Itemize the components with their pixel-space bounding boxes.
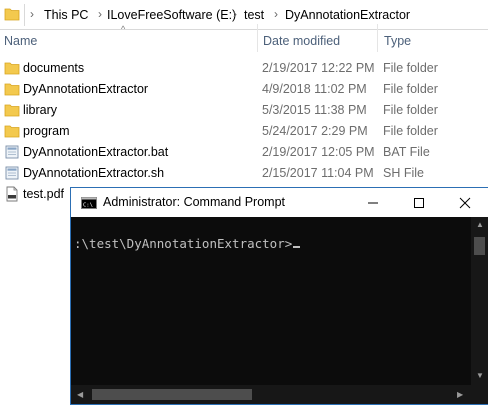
file-type: File folder: [383, 61, 438, 75]
sort-ascending-icon: ^: [121, 24, 126, 34]
chevron-right-icon: ›: [274, 7, 278, 21]
address-bar[interactable]: › This PC › ILoveFreeSoftware (E:) › tes…: [0, 0, 488, 30]
file-type: BAT File: [383, 145, 430, 159]
column-header-row: ^ Name Date modified Type: [0, 24, 488, 54]
file-name: DyAnnotationExtractor: [23, 82, 149, 96]
file-date: 2/19/2017 12:05 PM: [262, 145, 375, 159]
minimize-icon: [368, 202, 378, 204]
breadcrumb-current-folder[interactable]: DyAnnotationExtractor: [285, 8, 410, 22]
column-divider[interactable]: [257, 24, 258, 52]
maximize-icon: [414, 198, 424, 208]
chevron-right-icon: ›: [233, 7, 237, 21]
close-icon: [459, 197, 471, 209]
scroll-right-icon[interactable]: ▶: [457, 390, 463, 399]
breadcrumb-test[interactable]: test: [244, 8, 264, 22]
svg-text:C:\: C:\: [83, 203, 93, 209]
close-button[interactable]: [442, 188, 488, 217]
file-row-dyannotationextractor[interactable]: DyAnnotationExtractor 4/9/2018 11:02 PM …: [0, 79, 488, 100]
horizontal-scrollbar[interactable]: ◀ ▶: [71, 385, 471, 404]
file-type: File folder: [383, 124, 438, 138]
folder-icon: [4, 125, 20, 138]
command-prompt-titlebar[interactable]: C:\ Administrator: Command Prompt: [71, 187, 488, 217]
vertical-scrollbar[interactable]: ▲ ▼: [471, 217, 488, 385]
scroll-left-icon[interactable]: ◀: [77, 390, 83, 399]
breadcrumb-drive[interactable]: ILoveFreeSoftware (E:): [107, 8, 236, 22]
minimize-button[interactable]: [350, 188, 396, 217]
folder-icon: [4, 8, 20, 21]
vertical-scroll-thumb[interactable]: [474, 237, 485, 255]
console-output[interactable]: :\test\DyAnnotationExtractor>: [71, 217, 472, 385]
file-date: 2/15/2017 11:04 PM: [262, 166, 374, 180]
file-row-program[interactable]: program 5/24/2017 2:29 PM File folder: [0, 121, 488, 142]
command-prompt-line[interactable]: :\test\DyAnnotationExtractor>: [74, 236, 301, 251]
file-name: program: [23, 124, 70, 138]
column-divider[interactable]: [377, 24, 378, 52]
file-row-library[interactable]: library 5/3/2015 11:38 PM File folder: [0, 100, 488, 121]
file-date: 4/9/2018 11:02 PM: [262, 82, 367, 96]
file-type: File folder: [383, 82, 438, 96]
file-date: 2/19/2017 12:22 PM: [262, 61, 375, 75]
file-row-bat[interactable]: DyAnnotationExtractor.bat 2/19/2017 12:0…: [0, 142, 488, 163]
scrollbar-corner: [471, 385, 488, 404]
chevron-right-icon: ›: [98, 7, 102, 21]
file-name: DyAnnotationExtractor.bat: [23, 145, 169, 159]
file-row-documents[interactable]: documents 2/19/2017 12:22 PM File folder: [0, 58, 488, 79]
bat-file-icon: [5, 145, 19, 159]
sh-file-icon: [5, 166, 19, 180]
file-name: documents: [23, 61, 85, 75]
column-header-type[interactable]: Type: [384, 34, 411, 48]
column-header-date-modified[interactable]: Date modified: [263, 34, 340, 48]
file-date: 5/3/2015 11:38 PM: [262, 103, 367, 117]
chevron-right-icon: ›: [30, 7, 34, 21]
folder-icon: [4, 104, 20, 117]
file-name: test.pdf: [23, 187, 64, 201]
file-type: File folder: [383, 103, 438, 117]
window-title: Administrator: Command Prompt: [103, 195, 286, 209]
horizontal-scroll-thumb[interactable]: [92, 389, 252, 400]
scroll-up-icon[interactable]: ▲: [476, 220, 484, 229]
text-cursor: [293, 246, 301, 248]
command-prompt-window[interactable]: C:\ Administrator: Command Prompt :\test…: [70, 187, 488, 405]
prompt-text: :\test\DyAnnotationExtractor>: [74, 236, 293, 251]
column-header-name[interactable]: Name: [4, 34, 37, 48]
scroll-down-icon[interactable]: ▼: [476, 371, 484, 380]
file-row-sh[interactable]: DyAnnotationExtractor.sh 2/15/2017 11:04…: [0, 163, 488, 184]
folder-icon: [4, 62, 20, 75]
file-name: DyAnnotationExtractor.sh: [23, 166, 165, 180]
pdf-file-icon: [6, 186, 18, 202]
file-name: library: [23, 103, 58, 117]
folder-icon: [4, 83, 20, 96]
address-divider: [24, 4, 25, 26]
command-prompt-icon: C:\: [81, 197, 97, 209]
file-date: 5/24/2017 2:29 PM: [262, 124, 368, 138]
breadcrumb-this-pc[interactable]: This PC: [44, 8, 88, 22]
maximize-button[interactable]: [396, 188, 442, 217]
file-type: SH File: [383, 166, 424, 180]
